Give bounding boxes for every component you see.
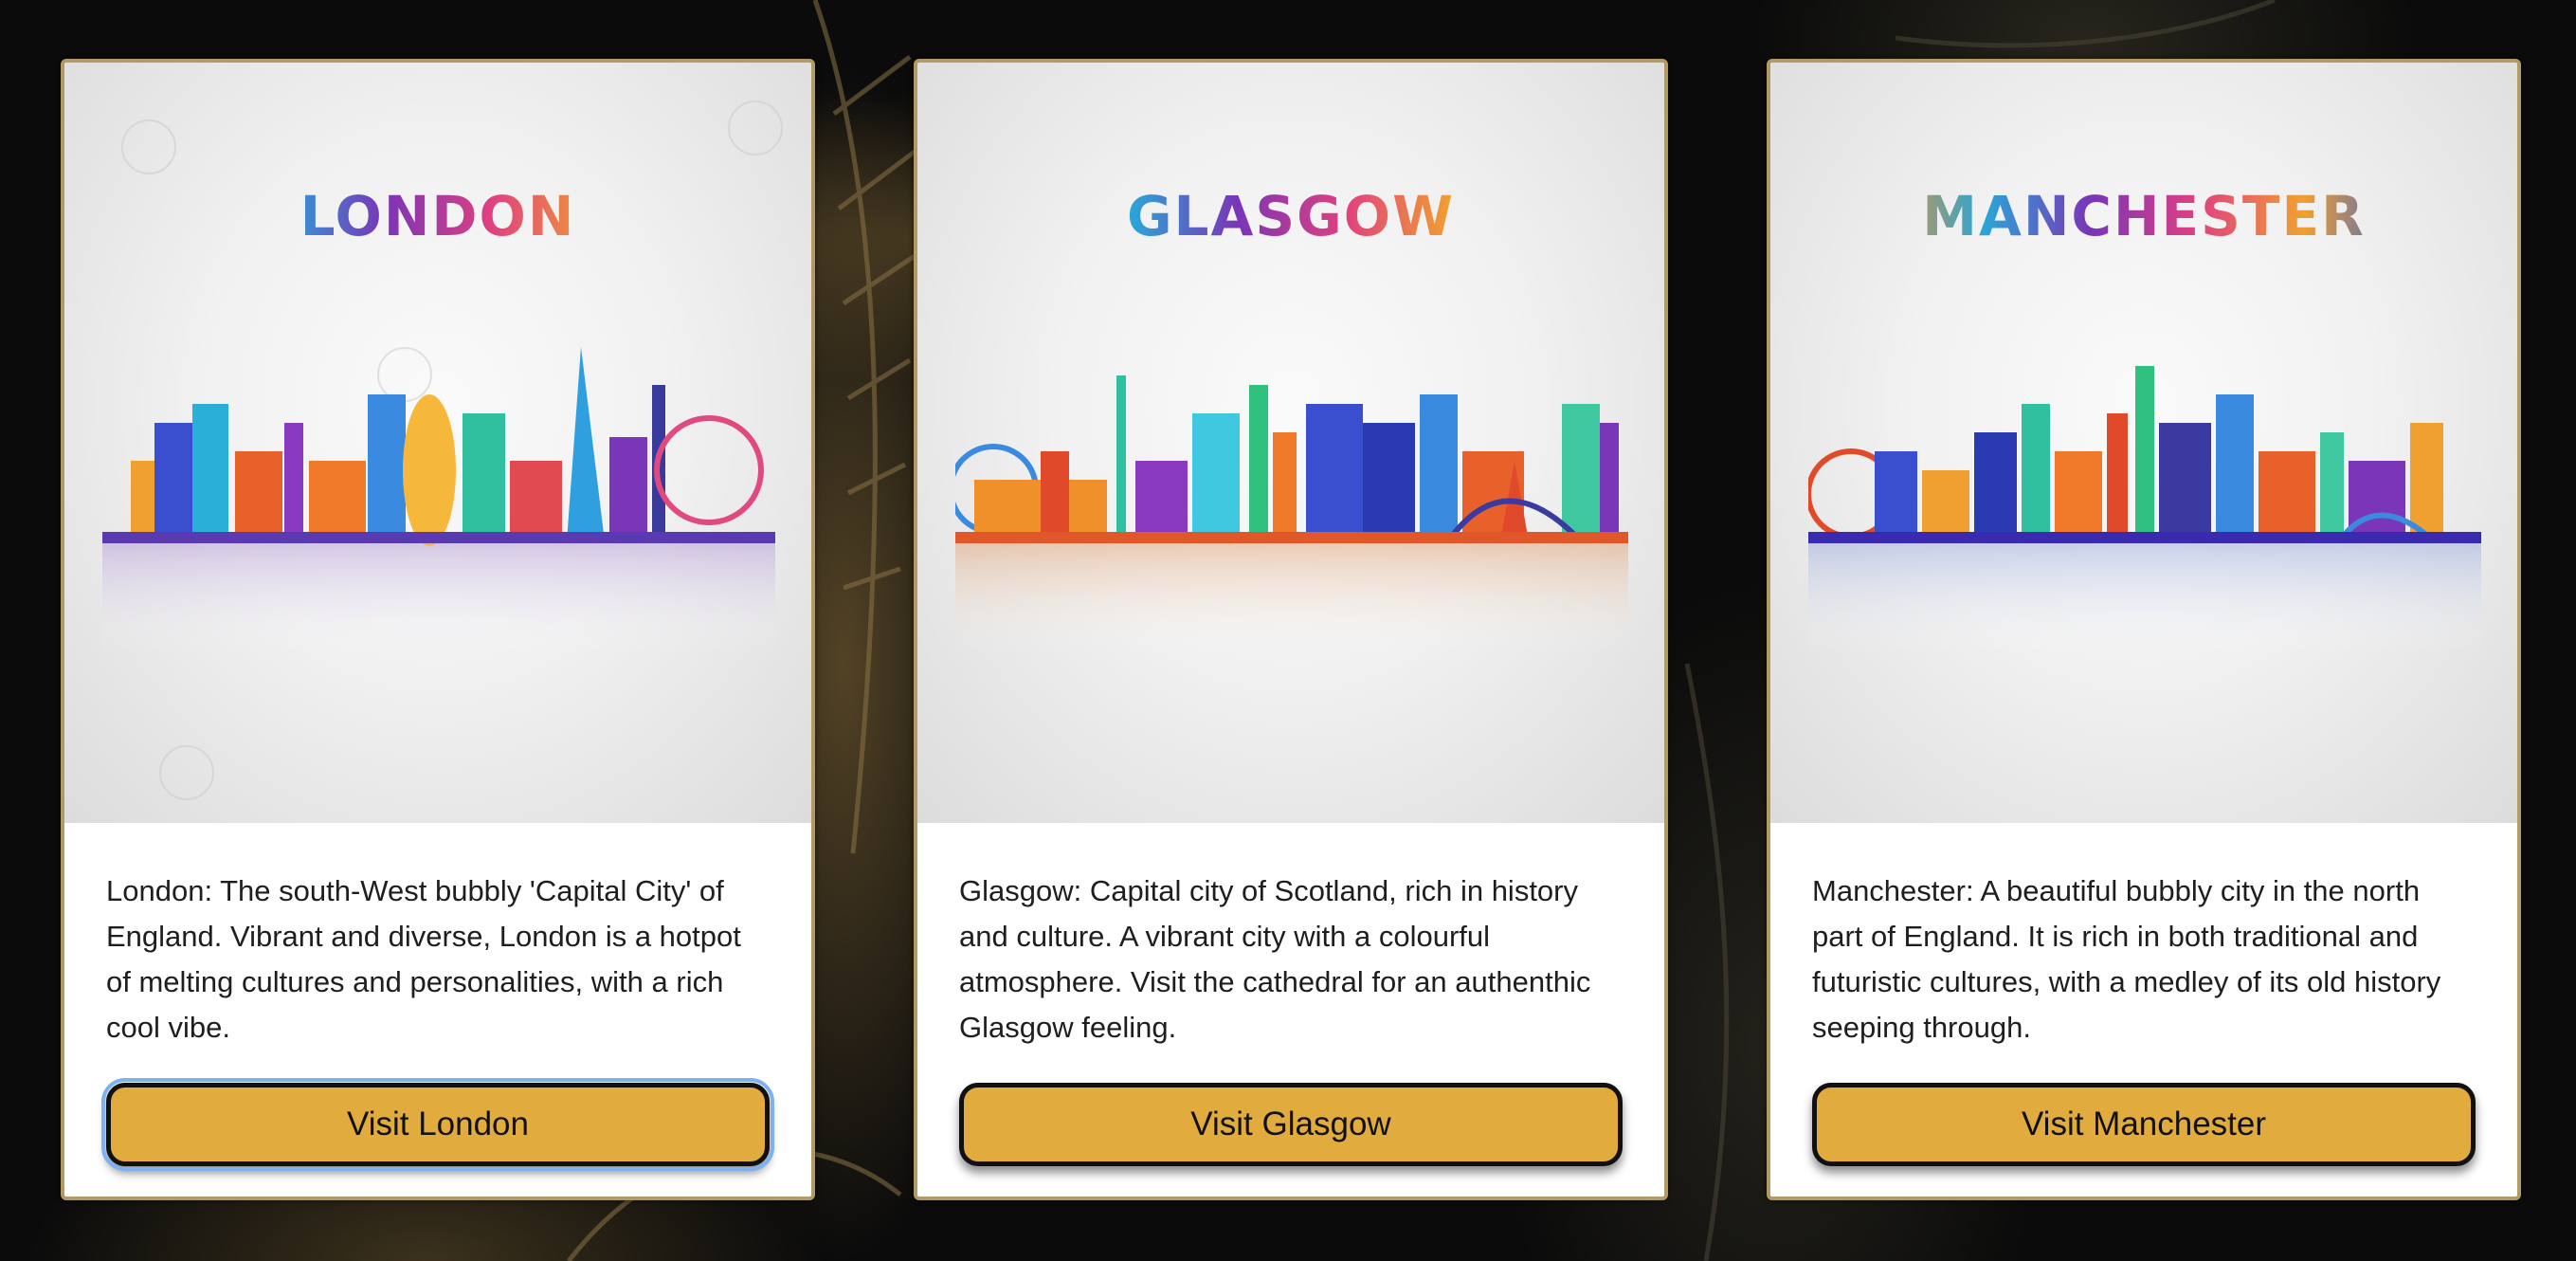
london-skyline-image: LONDON: [64, 63, 811, 823]
city-card-glasgow: GLASGOW Glasgow: Capital city of Scotlan…: [914, 59, 1668, 1200]
skyline-illustration: [1808, 366, 2481, 655]
card-description: Glasgow: Capital city of Scotland, rich …: [959, 874, 1591, 1044]
card-description: London: The south-West bubbly 'Capital C…: [106, 874, 741, 1044]
city-logo-title: GLASGOW: [917, 184, 1664, 248]
skyline-illustration: [955, 375, 1628, 655]
watermark-icon: [159, 745, 214, 800]
city-card-manchester: MANCHESTER Manchester: A beautiful bubbl…: [1767, 59, 2521, 1200]
city-logo-title: MANCHESTER: [1770, 184, 2517, 248]
watermark-icon: [728, 101, 783, 155]
watermark-icon: [121, 119, 176, 174]
visit-manchester-button[interactable]: Visit Manchester: [1812, 1083, 2476, 1166]
visit-glasgow-button[interactable]: Visit Glasgow: [959, 1083, 1623, 1166]
visit-london-button[interactable]: Visit London: [101, 1078, 774, 1171]
card-description: Manchester: A beautiful bubbly city in t…: [1812, 874, 2441, 1044]
skyline-illustration: [102, 347, 775, 655]
city-card-london: LONDON London: The south-West bubbly 'Ca…: [61, 59, 815, 1200]
manchester-skyline-image: MANCHESTER: [1770, 63, 2517, 823]
city-logo-title: LONDON: [64, 184, 811, 248]
glasgow-skyline-image: GLASGOW: [917, 63, 1664, 823]
